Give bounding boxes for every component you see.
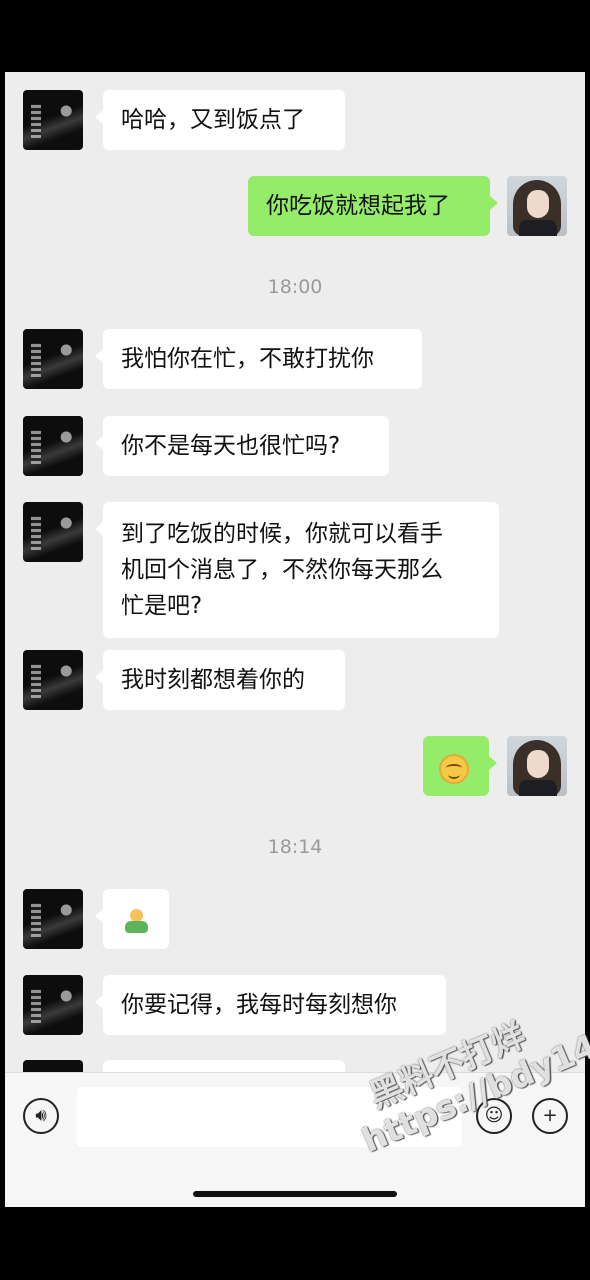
message-bubble-outgoing[interactable]: 你吃饭就想起我了 [248, 176, 498, 236]
timestamp: 18:14 [267, 836, 323, 858]
timestamp: 18:00 [267, 276, 323, 298]
message-bubble-incoming[interactable]: 你不是每天也很忙吗? [95, 416, 389, 476]
message-bubble-incoming[interactable]: 你要记得，我每时每刻想你 [95, 975, 446, 1035]
contact-avatar[interactable] [23, 329, 83, 389]
message-bubble-outgoing[interactable] [423, 736, 497, 796]
contact-avatar[interactable] [23, 502, 83, 562]
contact-avatar[interactable] [23, 889, 83, 949]
voice-wave-icon: 🔊︎ [35, 1105, 47, 1126]
contact-avatar[interactable] [23, 416, 83, 476]
message-line: 忙是吧? [121, 593, 203, 619]
message-line: 机回个消息了，不然你每天那么 [121, 557, 443, 583]
message-bubble-incoming[interactable]: 哈哈，又到饭点了 [95, 90, 345, 150]
home-indicator[interactable] [193, 1191, 397, 1197]
contact-avatar[interactable] [23, 90, 83, 150]
message-bubble-incoming[interactable]: 我时刻都想着你的 [95, 650, 345, 710]
contact-avatar[interactable] [23, 975, 83, 1035]
smiling-face-emoji [439, 753, 469, 784]
sticker-figure-emoji [121, 907, 151, 937]
message-line: 到了吃饭的时候，你就可以看手 [121, 521, 443, 547]
message-bubble-incoming[interactable]: 到了吃饭的时候，你就可以看手 机回个消息了，不然你每天那么 忙是吧? [95, 502, 499, 638]
plus-icon: + [542, 1105, 558, 1126]
voice-toggle-button[interactable]: 🔊︎ [23, 1098, 59, 1134]
contact-avatar[interactable] [23, 650, 83, 710]
self-avatar[interactable] [507, 736, 567, 796]
more-actions-button[interactable]: + [532, 1098, 568, 1134]
message-bubble-incoming[interactable]: 我怕你在忙，不敢打扰你 [95, 329, 422, 389]
self-avatar[interactable] [507, 176, 567, 236]
message-bubble-incoming[interactable] [95, 889, 169, 949]
